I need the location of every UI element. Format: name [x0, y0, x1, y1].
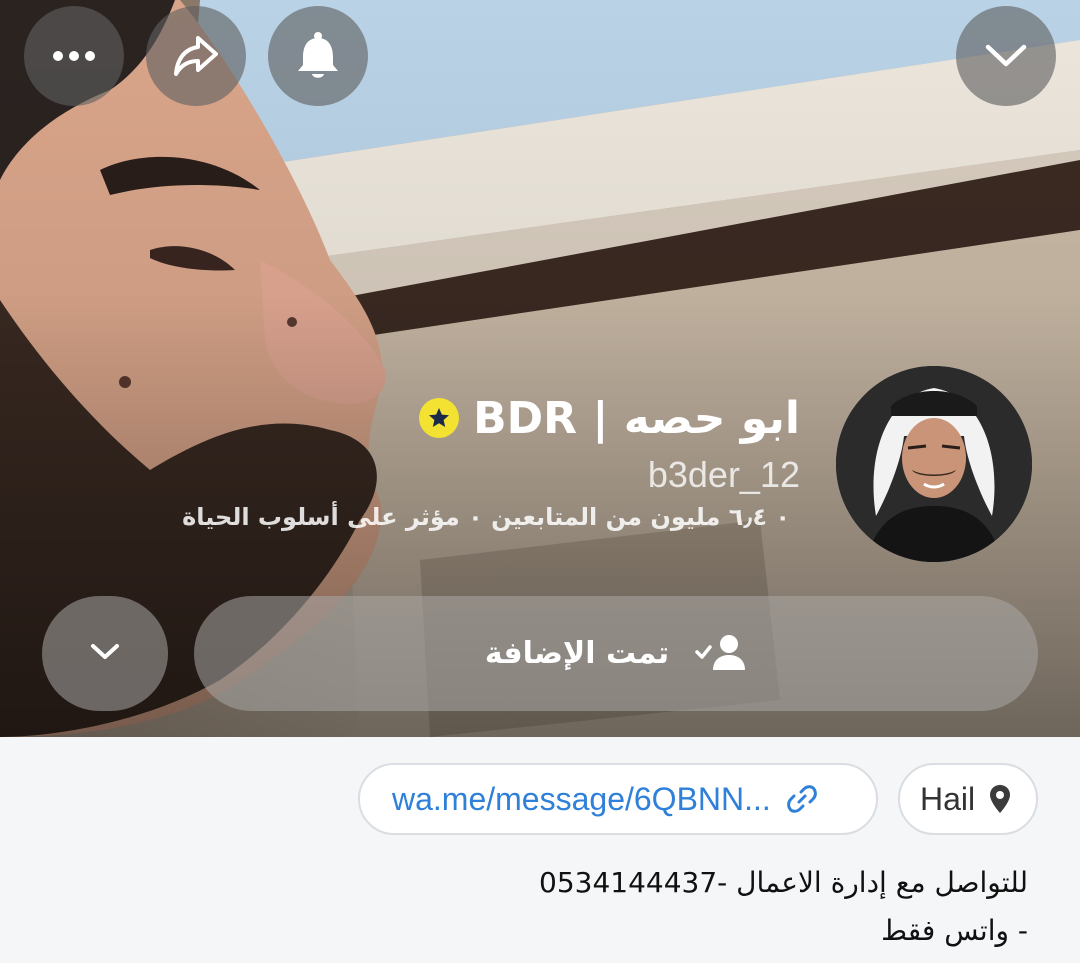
avatar-image: [836, 366, 1032, 562]
display-name-row: ابو حصه | BDR: [419, 388, 800, 448]
profile-screen: ابو حصه | BDR b3der_12 ٠ ٦٫٤ مليون من ال…: [0, 0, 1080, 963]
location-text: Hail: [920, 780, 976, 817]
more-horizontal-icon: [52, 50, 96, 62]
chevron-down-icon: [984, 43, 1028, 69]
added-friend-label: تمت الإضافة: [484, 636, 670, 671]
collapse-button[interactable]: [956, 6, 1056, 106]
bio-line: - واتس فقط: [881, 914, 1028, 947]
user-check-icon: [695, 632, 747, 676]
bio: للتواصل مع إدارة الاعمال -0534144437 - و…: [388, 859, 1028, 955]
avatar[interactable]: [836, 366, 1032, 562]
star-badge-icon: [419, 398, 460, 438]
profile-info-panel: wa.me/message/6QBNN... Hail للتواصل مع إ…: [0, 737, 1080, 963]
notification-button[interactable]: [268, 6, 368, 106]
chevron-down-icon: [90, 643, 120, 665]
profile-actions-dropdown-button[interactable]: [42, 596, 168, 711]
share-button[interactable]: [146, 6, 246, 106]
more-options-button[interactable]: [24, 6, 124, 106]
display-name: ابو حصه | BDR: [473, 392, 800, 444]
link-icon: [786, 784, 817, 814]
link-text: wa.me/message/6QBNN...: [392, 780, 771, 817]
location-chip[interactable]: Hail: [898, 763, 1038, 835]
username: b3der_12: [647, 454, 800, 495]
added-friend-button[interactable]: تمت الإضافة: [194, 596, 1038, 711]
location-pin-icon: [989, 784, 1011, 814]
bio-line: للتواصل مع إدارة الاعمال -0534144437: [539, 866, 1028, 899]
bell-icon: [295, 31, 341, 81]
link-chip[interactable]: wa.me/message/6QBNN...: [358, 763, 878, 835]
share-icon: [172, 34, 220, 78]
follower-meta: ٠ ٦٫٤ مليون من المتابعين ٠ مؤثر على أسلو…: [182, 503, 790, 531]
